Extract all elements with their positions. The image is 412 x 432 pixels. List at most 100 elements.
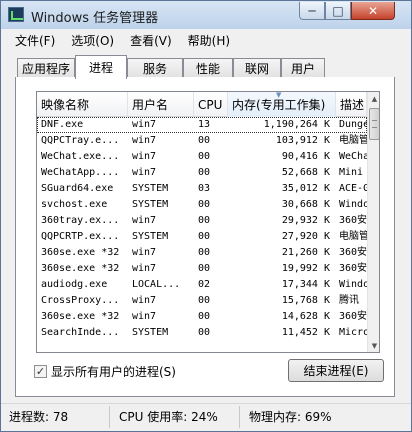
show-all-users-checkbox[interactable]: ✓ 显示所有用户的进程(S) <box>34 363 176 380</box>
column-headers: 映像名称 用户名 CPU ▼ 内存(专用工作集) 描述 <box>37 92 367 117</box>
tab-applications[interactable]: 应用程序 <box>17 58 75 78</box>
cell-description: 360安 <box>339 215 367 226</box>
cell-image-name: DNF.exe <box>41 119 84 130</box>
checkbox-box[interactable]: ✓ <box>34 365 47 378</box>
cell-cpu: 00 <box>198 199 211 210</box>
process-list[interactable]: 映像名称 用户名 CPU ▼ 内存(专用工作集) 描述 DNF.exe win7… <box>36 91 380 353</box>
menu-file[interactable]: 文件(F) <box>7 30 63 51</box>
cell-image-name: SearchInde... <box>41 327 120 338</box>
minimize-button[interactable]: ─ <box>299 2 325 20</box>
close-button[interactable]: ✕ <box>351 2 395 20</box>
column-cpu[interactable]: CPU <box>194 92 228 117</box>
table-row[interactable]: 360tray.ex... win7 00 29,932 K 360安 <box>37 213 367 229</box>
checkmark-icon: ✓ <box>35 365 46 378</box>
menu-view[interactable]: 查看(V) <box>122 30 180 51</box>
column-user-name[interactable]: 用户名 <box>128 92 194 117</box>
table-row[interactable]: 360se.exe *32 win7 00 19,992 K 360安 <box>37 261 367 277</box>
tab-users[interactable]: 用户 <box>281 58 325 78</box>
cell-image-name: 360se.exe *32 <box>41 311 120 322</box>
cell-image-name: WeChatApp.... <box>41 167 120 178</box>
cell-memory: 27,920 K <box>281 231 330 242</box>
scroll-down-arrow-icon[interactable]: ▼ <box>368 339 379 352</box>
process-rows: DNF.exe win7 13 1,190,264 K Dungeon QQPC… <box>37 117 367 341</box>
cell-image-name: SGuard64.exe <box>41 183 114 194</box>
cell-description: WeChat <box>339 151 367 162</box>
column-description[interactable]: 描述 <box>336 92 367 117</box>
cell-image-name: QQPCTray.e... <box>41 135 120 146</box>
tab-services[interactable]: 服务 <box>127 58 183 78</box>
close-icon: ✕ <box>367 3 379 18</box>
table-row[interactable]: QQPCTray.e... win7 00 103,912 K 电脑管家 <box>37 133 367 149</box>
table-row[interactable]: 360se.exe *32 win7 00 21,260 K 360安 <box>37 245 367 261</box>
cell-description: 360安 <box>339 247 367 258</box>
table-row[interactable]: QQPCRTP.ex... SYSTEM 00 27,920 K 电脑管 <box>37 229 367 245</box>
cell-memory: 52,668 K <box>281 167 330 178</box>
cell-description: 电脑管家 <box>339 135 367 146</box>
status-cpu-usage: CPU 使用率: 24% <box>119 410 218 424</box>
tab-processes[interactable]: 进程 <box>75 55 127 79</box>
tab-performance[interactable]: 性能 <box>183 58 233 78</box>
maximize-button[interactable]: □ <box>325 2 351 20</box>
cell-description: 360安 <box>339 263 367 274</box>
tab-networking[interactable]: 联网 <box>233 58 281 78</box>
table-row[interactable]: DNF.exe win7 13 1,190,264 K Dungeon <box>37 117 367 133</box>
minimize-icon: ─ <box>308 3 316 18</box>
cell-user-name: SYSTEM <box>132 327 169 338</box>
cell-description: Mini <box>339 167 364 178</box>
cell-memory: 103,912 K <box>275 135 330 146</box>
cell-cpu: 00 <box>198 247 211 258</box>
title-bar[interactable]: Windows 任务管理器 ─ □ ✕ <box>1 1 411 29</box>
cell-memory: 21,260 K <box>281 247 330 258</box>
cell-user-name: LOCAL... <box>132 279 181 290</box>
cell-memory: 90,416 K <box>281 151 330 162</box>
cell-user-name: win7 <box>132 151 157 162</box>
task-manager-icon <box>8 7 24 22</box>
menu-options[interactable]: 选项(O) <box>63 30 122 51</box>
cell-image-name: svchost.exe <box>41 199 108 210</box>
table-row[interactable]: svchost.exe SYSTEM 00 30,668 K Windows <box>37 197 367 213</box>
cell-image-name: CrossProxy... <box>41 295 120 306</box>
table-row[interactable]: SearchInde... SYSTEM 00 11,452 K Micro <box>37 325 367 341</box>
cell-image-name: audiodg.exe <box>41 279 108 290</box>
table-row[interactable]: audiodg.exe LOCAL... 02 17,344 K Windows <box>37 277 367 293</box>
cell-memory: 30,668 K <box>281 199 330 210</box>
cell-user-name: win7 <box>132 215 157 226</box>
tab-strip: 应用程序 进程 服务 性能 联网 用户 <box>15 55 395 79</box>
cell-description: 360安 <box>339 311 367 322</box>
cell-memory: 11,452 K <box>281 327 330 338</box>
menu-bar: 文件(F) 选项(O) 查看(V) 帮助(H) <box>1 29 411 51</box>
cell-memory: 35,012 K <box>281 183 330 194</box>
cell-cpu: 00 <box>198 167 211 178</box>
cell-cpu: 00 <box>198 231 211 242</box>
vertical-scrollbar[interactable]: ▲ ▼ <box>367 92 379 352</box>
column-image-name[interactable]: 映像名称 <box>37 92 128 117</box>
cell-cpu: 00 <box>198 327 211 338</box>
table-row[interactable]: CrossProxy... win7 00 15,768 K 腾讯 <box>37 293 367 309</box>
cell-user-name: win7 <box>132 247 157 258</box>
cell-image-name: 360se.exe *32 <box>41 247 120 258</box>
status-bar: 进程数: 78 CPU 使用率: 24% 物理内存: 69% <box>1 403 411 431</box>
column-memory[interactable]: ▼ 内存(专用工作集) <box>228 92 336 117</box>
table-row[interactable]: 360se.exe *32 win7 00 14,628 K 360安 <box>37 309 367 325</box>
show-all-users-label: 显示所有用户的进程(S) <box>51 365 176 379</box>
cell-user-name: win7 <box>132 263 157 274</box>
scroll-thumb[interactable] <box>369 108 379 140</box>
end-process-button[interactable]: 结束进程(E) <box>288 359 384 382</box>
cell-cpu: 00 <box>198 263 211 274</box>
cell-description: Dungeon <box>339 119 367 130</box>
scroll-up-arrow-icon[interactable]: ▲ <box>368 92 379 105</box>
cell-memory: 1,190,264 K <box>263 119 330 130</box>
menu-help[interactable]: 帮助(H) <box>180 30 238 51</box>
table-row[interactable]: WeChatApp.... win7 00 52,668 K Mini <box>37 165 367 181</box>
cell-user-name: win7 <box>132 295 157 306</box>
cell-image-name: 360tray.ex... <box>41 215 120 226</box>
cell-description: ACE-G <box>339 183 367 194</box>
cell-memory: 19,992 K <box>281 263 330 274</box>
status-divider <box>239 406 240 428</box>
cell-user-name: win7 <box>132 167 157 178</box>
window-title: Windows 任务管理器 <box>31 11 159 26</box>
cell-description: Windows <box>339 199 367 210</box>
table-row[interactable]: SGuard64.exe SYSTEM 03 35,012 K ACE-G <box>37 181 367 197</box>
table-row[interactable]: WeChat.exe... win7 00 90,416 K WeChat <box>37 149 367 165</box>
cell-user-name: win7 <box>132 135 157 146</box>
